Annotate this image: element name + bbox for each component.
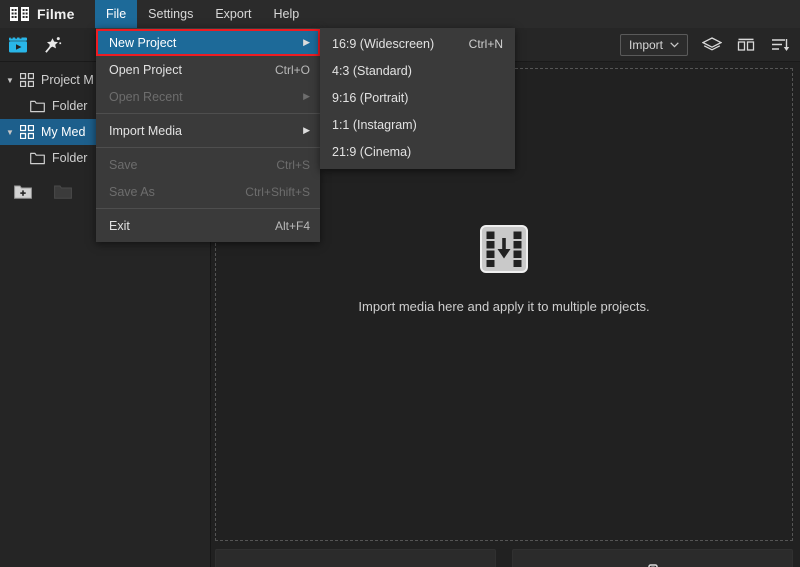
film-strip-logo-icon [10,6,30,22]
add-folder-icon[interactable] [14,185,32,200]
app-title: Filme [37,6,75,22]
import-dropdown-button[interactable]: Import [619,33,688,56]
menu-option-import-media[interactable]: Import Media ▶ [96,117,320,144]
menu-option-shortcut: Alt+F4 [274,218,310,233]
file-menu-dropdown: New Project ▶ Open Project Ctrl+O Open R… [96,28,320,242]
menu-item-settings[interactable]: Settings [137,0,204,28]
import-button-label: Import [628,37,663,52]
menu-item-export[interactable]: Export [204,0,262,28]
menu-option-label: Exit [109,218,130,233]
menu-option-save-as[interactable]: Save As Ctrl+Shift+S [96,178,320,205]
folder-icon [342,564,370,567]
submenu-option-16-9[interactable]: 16:9 (Widescreen) Ctrl+N [320,30,515,57]
folder-icon [30,100,45,113]
menu-option-open-recent[interactable]: Open Recent ▶ [96,83,320,110]
menu-option-shortcut: Ctrl+S [276,157,310,172]
import-actions-row: Import Folder Import from my phone [215,549,793,567]
folder-icon [30,152,45,165]
sort-list-icon[interactable] [770,36,790,54]
submenu-option-label: 4:3 (Standard) [332,63,412,78]
menu-separator [96,208,320,209]
effects-wand-icon[interactable] [42,36,62,54]
import-folder-button[interactable]: Import Folder [215,549,496,567]
chevron-right-icon: ▶ [303,91,310,101]
menu-option-label: Save As [109,184,155,199]
app-window: Filme File Settings Export Help Import ▼… [0,0,800,567]
submenu-option-label: 1:1 (Instagram) [332,117,417,132]
caret-down-icon[interactable]: ▼ [0,76,20,85]
layers-icon[interactable] [702,36,722,54]
toolbar-right-group: Import [619,33,800,56]
menu-option-new-project[interactable]: New Project ▶ [96,29,320,56]
chevron-right-icon: ▶ [303,125,310,135]
import-from-phone-button[interactable]: Import from my phone [512,549,793,567]
submenu-option-21-9[interactable]: 21:9 (Cinema) [320,138,515,165]
submenu-option-9-16[interactable]: 9:16 (Portrait) [320,84,515,111]
folder-icon-disabled[interactable] [54,185,72,200]
menu-option-label: New Project [109,35,177,50]
chevron-right-icon: ▶ [303,37,310,47]
menubar: File Settings Export Help [95,0,310,28]
menu-option-label: Open Recent [109,89,183,104]
tree-item-label: Folder [52,99,88,113]
menu-option-shortcut: Ctrl+O [274,62,310,77]
dropzone-caption: Import media here and apply it to multip… [358,299,650,314]
submenu-option-4-3[interactable]: 4:3 (Standard) [320,57,515,84]
menu-option-label: Save [109,157,138,172]
film-strip-download-icon [476,221,532,277]
media-library-icon[interactable] [8,35,28,54]
new-project-submenu: 16:9 (Widescreen) Ctrl+N 4:3 (Standard) … [320,28,515,169]
toolbar-left-group [0,35,62,54]
submenu-option-label: 9:16 (Portrait) [332,90,409,105]
menu-option-label: Open Project [109,62,182,77]
menu-option-exit[interactable]: Exit Alt+F4 [96,212,320,239]
menu-item-help[interactable]: Help [262,0,310,28]
chevron-down-icon [670,41,679,48]
app-brand: Filme [0,6,95,22]
phone-icon [639,563,667,567]
titlebar: Filme File Settings Export Help [0,0,800,28]
grid-squares-icon [20,73,34,87]
submenu-option-1-1[interactable]: 1:1 (Instagram) [320,111,515,138]
menu-option-label: Import Media [109,123,182,138]
menu-option-open-project[interactable]: Open Project Ctrl+O [96,56,320,83]
dropzone-content: Import media here and apply it to multip… [358,221,650,314]
grid-squares-icon [20,125,34,139]
tree-item-label: Project M [41,73,94,87]
grid-view-icon[interactable] [736,36,756,54]
menu-option-save[interactable]: Save Ctrl+S [96,151,320,178]
submenu-option-label: 21:9 (Cinema) [332,144,412,159]
submenu-option-shortcut: Ctrl+N [468,36,503,51]
menu-separator [96,113,320,114]
menu-item-file[interactable]: File [95,0,138,28]
menu-separator [96,147,320,148]
caret-down-icon[interactable]: ▼ [0,128,20,137]
menu-option-shortcut: Ctrl+Shift+S [245,184,310,199]
tree-item-label: My Med [41,125,86,139]
tree-item-label: Folder [52,151,88,165]
submenu-option-label: 16:9 (Widescreen) [332,36,435,51]
